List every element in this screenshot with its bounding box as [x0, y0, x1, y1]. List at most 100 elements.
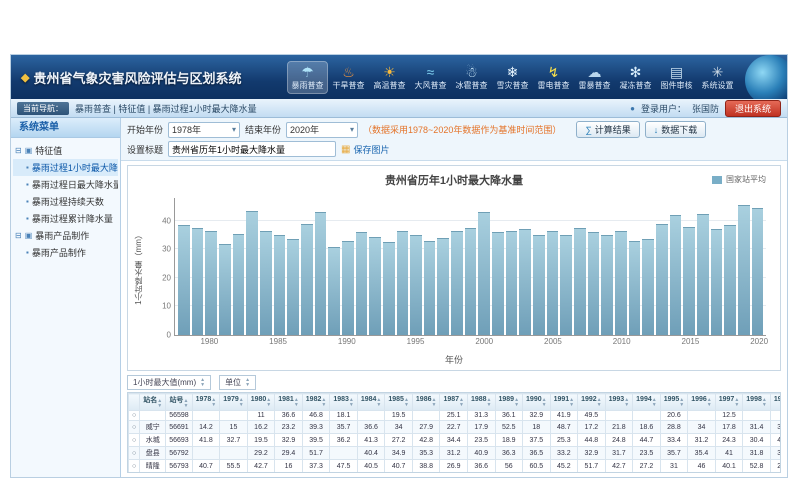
- year-column-header[interactable]: 1999▲▼: [770, 394, 781, 411]
- tree-item[interactable]: ▪暴雨过程持续天数: [13, 193, 118, 210]
- value-cell: 42.7: [605, 460, 633, 473]
- row-radio[interactable]: ○: [132, 412, 136, 419]
- value-cell: 56: [495, 460, 523, 473]
- row-radio[interactable]: ○: [132, 424, 136, 431]
- year-column-header[interactable]: 1979▲▼: [220, 394, 248, 411]
- app-window: ◆ 贵州省气象灾害风险评估与区划系统 ☂暴雨普查♨干旱普查☀高温普查≈大风普查☃…: [10, 54, 788, 478]
- tree-item[interactable]: ▪暴雨过程1小时最大降水量: [13, 159, 118, 176]
- user-name: 张国防: [692, 102, 719, 115]
- year-column-header[interactable]: 1996▲▼: [688, 394, 716, 411]
- tree-item[interactable]: ▪暴雨过程累计降水量: [13, 210, 118, 227]
- row-radio[interactable]: ○: [132, 450, 136, 457]
- module-button[interactable]: ☂暴雨普查: [288, 62, 327, 93]
- year-column-header[interactable]: 1986▲▼: [412, 394, 440, 411]
- station-name-cell: 威宁: [140, 421, 166, 434]
- chart-title-input[interactable]: [168, 141, 336, 157]
- value-cell: 40.1: [192, 473, 220, 474]
- year-column-header[interactable]: 1992▲▼: [578, 394, 606, 411]
- x-tick-label: 1985: [269, 337, 287, 346]
- value-cell: 37.5: [770, 447, 781, 460]
- year-column-header[interactable]: 1993▲▼: [605, 394, 633, 411]
- table-row: ○盘县5679229.229.451.740.434.935.331.240.9…: [129, 447, 782, 460]
- table-row: ○晴隆5679340.755.542.71637.347.540.540.738…: [129, 460, 782, 473]
- chevron-down-icon: ▾: [232, 125, 236, 134]
- module-button[interactable]: ✳系统设置: [698, 62, 737, 93]
- year-column-header[interactable]: 1991▲▼: [550, 394, 578, 411]
- start-year-select[interactable]: 1978年 ▾: [168, 122, 240, 138]
- bar-2000: [478, 212, 490, 335]
- value-cell: 40.5: [357, 460, 385, 473]
- tree-group[interactable]: ⊟▣特征值: [13, 142, 118, 159]
- year-column-header[interactable]: 1985▲▼: [385, 394, 413, 411]
- row-radio[interactable]: ○: [132, 463, 136, 470]
- year-column-header[interactable]: 1984▲▼: [357, 394, 385, 411]
- y-tick-label: 30: [162, 245, 171, 254]
- year-column-header[interactable]: 1998▲▼: [743, 394, 771, 411]
- value-cell: 39.3: [302, 421, 330, 434]
- value-cell: 44.8: [578, 434, 606, 447]
- user-info: ● 登录用户：张国防 退出系统: [630, 100, 781, 117]
- module-button[interactable]: ❄雪灾普查: [493, 62, 532, 93]
- value-cell: 28.8: [660, 421, 688, 434]
- bar-2008: [588, 232, 600, 335]
- value-cell: 23.5: [467, 434, 495, 447]
- module-button[interactable]: ♨干旱普查: [329, 62, 368, 93]
- value-cell: 42.8: [412, 434, 440, 447]
- value-cell: [330, 447, 358, 460]
- module-button[interactable]: ≈大风普查: [411, 62, 450, 93]
- module-button[interactable]: ▤图件审核: [657, 62, 696, 93]
- expand-icon[interactable]: ⊟: [15, 146, 22, 155]
- table-scroll-area[interactable]: 站名▲▼站号▲▼1978▲▼1979▲▼1980▲▼1981▲▼1982▲▼19…: [127, 392, 781, 473]
- bar-series: [175, 198, 766, 335]
- value-cell: 32.9: [275, 434, 303, 447]
- value-cell: 17.2: [247, 473, 275, 474]
- page-icon: ▪: [26, 248, 29, 257]
- expand-icon[interactable]: ⊟: [15, 231, 22, 240]
- value-cell: 55.5: [220, 460, 248, 473]
- year-column-header[interactable]: 1978▲▼: [192, 394, 220, 411]
- tree-item[interactable]: ▪暴雨产品制作: [13, 244, 118, 261]
- year-column-header[interactable]: 1983▲▼: [330, 394, 358, 411]
- unit-filter-chip[interactable]: 单位 ▲▼: [219, 375, 256, 390]
- year-column-header[interactable]: 1997▲▼: [715, 394, 743, 411]
- calculate-button[interactable]: ∑ 计算结果: [576, 121, 639, 138]
- sort-icon: ▲▼: [157, 399, 162, 409]
- toolbar-row-1: 开始年份 1978年 ▾ 结束年份 2020年 ▾ （数据采用1978~2020…: [127, 121, 781, 138]
- value-cell: 18: [523, 421, 551, 434]
- value-filter-chip[interactable]: 1小时最大值(mm) ▲▼: [127, 375, 211, 390]
- toolbar: 开始年份 1978年 ▾ 结束年份 2020年 ▾ （数据采用1978~2020…: [121, 118, 787, 161]
- year-column-header[interactable]: 1988▲▼: [467, 394, 495, 411]
- year-column-header[interactable]: 1990▲▼: [523, 394, 551, 411]
- unit-filter-label: 单位: [225, 377, 241, 388]
- year-column-header[interactable]: 1980▲▼: [247, 394, 275, 411]
- module-label: 系统设置: [702, 80, 734, 91]
- name-column-header[interactable]: 站名▲▼: [140, 394, 166, 411]
- year-column-header[interactable]: 1987▲▼: [440, 394, 468, 411]
- module-button[interactable]: ☀高温普查: [370, 62, 409, 93]
- sort-icon: ▲▼: [569, 398, 574, 408]
- year-column-header[interactable]: 1995▲▼: [660, 394, 688, 411]
- module-button[interactable]: ↯雷电普查: [534, 62, 573, 93]
- tree-group[interactable]: ⊟▣暴雨产品制作: [13, 227, 118, 244]
- bar-2019: [738, 205, 750, 335]
- year-column-header[interactable]: 1994▲▼: [633, 394, 661, 411]
- row-radio[interactable]: ○: [132, 437, 136, 444]
- save-image-link[interactable]: ▦ 保存图片: [341, 143, 389, 156]
- logout-button[interactable]: 退出系统: [725, 100, 781, 117]
- end-year-select[interactable]: 2020年 ▾: [286, 122, 358, 138]
- tree-item[interactable]: ▪暴雨过程日最大降水量: [13, 176, 118, 193]
- review-icon: ▤: [670, 65, 683, 79]
- year-column-header[interactable]: 1989▲▼: [495, 394, 523, 411]
- value-cell: 46.1: [660, 473, 688, 474]
- value-cell: 40.5: [385, 473, 413, 474]
- year-column-header[interactable]: 1981▲▼: [275, 394, 303, 411]
- module-button[interactable]: ☃冰雹普查: [452, 62, 491, 93]
- y-tick-label: 20: [162, 273, 171, 282]
- module-button[interactable]: ✻凝冻普查: [616, 62, 655, 93]
- id-column-header[interactable]: 站号▲▼: [166, 394, 192, 411]
- table-row: ○威宁5669114.21516.223.239.335.736.63427.9…: [129, 421, 782, 434]
- station-name-cell: 桐梓: [140, 473, 166, 474]
- module-button[interactable]: ☁雷暴普查: [575, 62, 614, 93]
- download-button[interactable]: ↓ 数据下载: [645, 121, 707, 138]
- year-column-header[interactable]: 1982▲▼: [302, 394, 330, 411]
